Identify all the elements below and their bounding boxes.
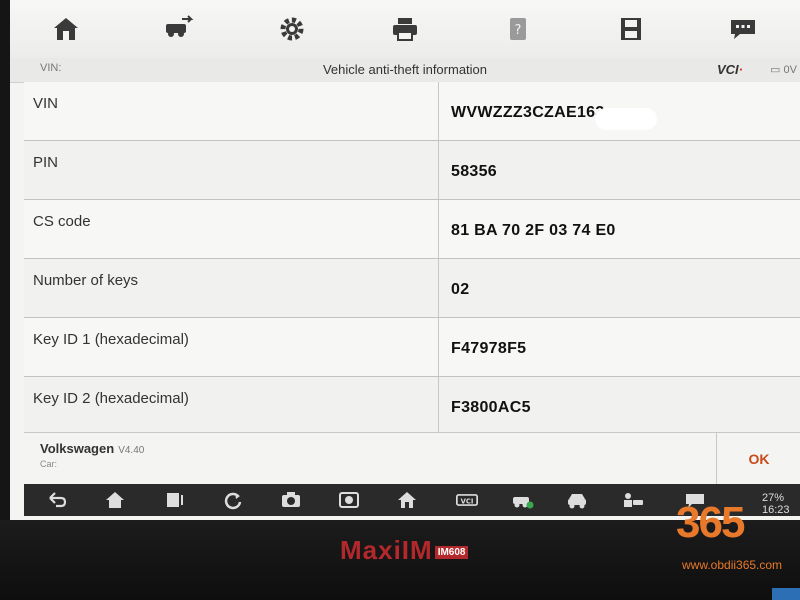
refresh-button[interactable] (220, 488, 246, 512)
row-value-cell: 02 (438, 259, 800, 317)
vci-status: VCI· (717, 62, 743, 77)
vehicle-make-label: Volkswagen (40, 441, 115, 456)
table-row: VIN WVWZZZ3CZAE163 (24, 82, 800, 141)
footer-bar: Volkswagen V4.40 Car: OK (24, 432, 800, 485)
printer-icon (392, 18, 417, 41)
user-vehicle-button[interactable] (620, 488, 646, 512)
car-icon (568, 494, 586, 509)
row-value-cell: F3800AC5 (438, 377, 800, 435)
svg-text:?: ? (514, 23, 521, 38)
title-bar: VIN: Vehicle anti-theft information VCI·… (10, 58, 800, 83)
row-label: Number of keys (33, 272, 139, 289)
user-car-icon (624, 493, 643, 507)
camera-button[interactable] (278, 488, 304, 512)
help-icon: ? (509, 18, 526, 40)
table-row: PIN 58356 (24, 141, 800, 200)
brand-label: MaxiIM (340, 535, 433, 565)
home-button[interactable] (46, 9, 86, 49)
home-nav-button[interactable] (102, 488, 128, 512)
vehicle-swap-icon (166, 15, 194, 37)
watermark-logo: 365 www.obdii365.com (676, 498, 786, 588)
camera-icon (282, 492, 300, 507)
software-version: V4.40 (118, 445, 145, 456)
auto-vin-button[interactable] (510, 488, 536, 512)
device-brand-logo: MaxiIM IM608 (340, 535, 469, 566)
brightness-button[interactable] (336, 488, 362, 512)
maxi-home-button[interactable] (394, 488, 420, 512)
save-button[interactable] (611, 9, 651, 49)
row-label: CS code (33, 213, 91, 230)
row-value: F3800AC5 (451, 399, 531, 416)
gear-icon (280, 17, 304, 41)
battery-icon: ▭ (770, 64, 781, 76)
watermark-number: 365 (676, 498, 745, 547)
table-row: Number of keys 02 (24, 259, 800, 318)
back-button[interactable] (44, 488, 70, 512)
page-title: Vehicle anti-theft information (322, 62, 488, 77)
help-button[interactable]: ? (498, 9, 538, 49)
vci-button[interactable]: VCI (452, 488, 482, 512)
table-row: Key ID 1 (hexadecimal) F47978F5 (24, 318, 800, 377)
top-toolbar: ? (10, 0, 800, 59)
message-icon (731, 20, 756, 39)
device-model-badge: IM608 (434, 545, 469, 559)
ok-button[interactable]: OK (716, 433, 800, 485)
row-value: 81 BA 70 2F 03 74 E0 (451, 222, 616, 239)
battery-voltage: ▭ 0V (770, 63, 797, 76)
row-value: 58356 (451, 163, 497, 180)
row-value-cell: F47978F5 (438, 318, 800, 376)
save-icon (620, 18, 641, 40)
row-value-cell: 81 BA 70 2F 03 74 E0 (438, 200, 800, 258)
recent-apps-button[interactable] (162, 488, 188, 512)
row-value: F47978F5 (451, 340, 527, 357)
table-row: Key ID 2 (hexadecimal) F3800AC5 (24, 377, 800, 436)
message-button[interactable] (723, 9, 763, 49)
vci-icon: VCI (456, 494, 478, 506)
row-value: WVWZZZ3CZAE163 (451, 104, 605, 121)
vehicle-button[interactable] (564, 488, 590, 512)
vehicle-subtitle: Car: (40, 459, 58, 469)
table-row: CS code 81 BA 70 2F 03 74 E0 (24, 200, 800, 259)
watermark-url: www.obdii365.com (682, 558, 783, 572)
home-icon (106, 492, 124, 508)
print-button[interactable] (385, 9, 425, 49)
vci-label: VCI (717, 62, 739, 77)
home-icon (54, 18, 79, 40)
refresh-icon (224, 492, 242, 510)
tablet-screen: ? VIN: Vehicle anti-theft information VC… (10, 0, 800, 520)
car-check-icon (513, 497, 534, 509)
battery-voltage-value: 0V (783, 64, 797, 76)
row-label: PIN (33, 154, 59, 171)
brightness-icon (339, 492, 359, 508)
device-edge-accent (772, 588, 800, 600)
row-label: VIN (33, 95, 59, 112)
home-icon (398, 492, 416, 508)
anti-theft-table: VIN WVWZZZ3CZAE163 PIN 58356 CS code 81 … (24, 82, 800, 436)
vehicle-make: Volkswagen V4.40 (40, 441, 144, 456)
row-label: Key ID 2 (hexadecimal) (33, 390, 189, 407)
row-value-cell: 58356 (438, 141, 800, 199)
row-label: Key ID 1 (hexadecimal) (33, 331, 189, 348)
back-icon (49, 492, 67, 508)
svg-text:VCI: VCI (461, 497, 474, 505)
vehicle-swap-button[interactable] (159, 9, 199, 49)
vin-redaction-mask (595, 108, 657, 130)
settings-button[interactable] (272, 9, 312, 49)
recent-apps-icon (167, 493, 183, 507)
vci-link-indicator: · (738, 62, 744, 77)
row-value: 02 (451, 281, 470, 298)
